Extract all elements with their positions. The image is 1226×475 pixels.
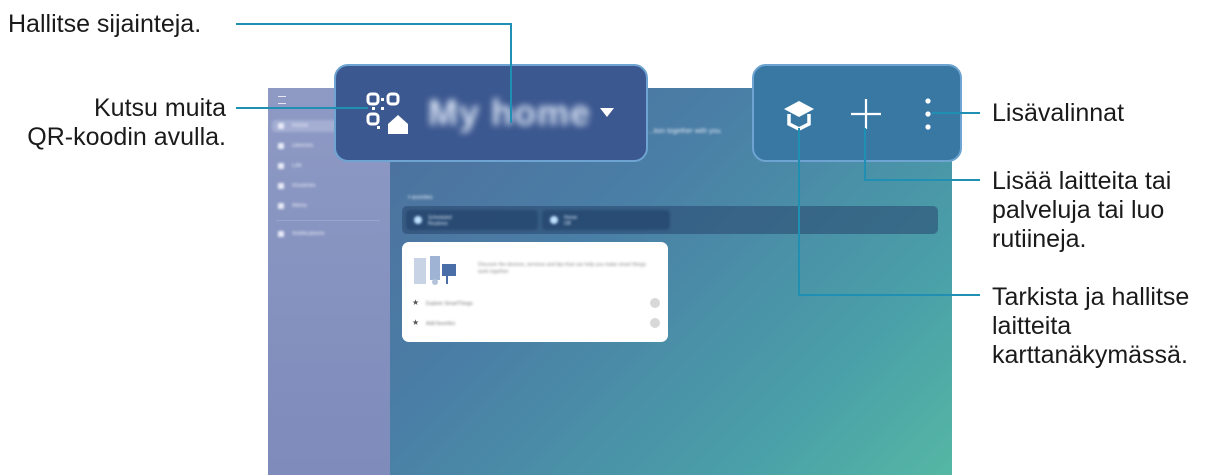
- favorite-card[interactable]: Home Off: [542, 210, 670, 230]
- annotation-add-line3: rutiineja.: [992, 225, 1087, 253]
- annotation-map-line2: laitteita: [992, 312, 1072, 340]
- annotation-add-line1: Lisää laitteita tai: [992, 167, 1172, 195]
- add-icon[interactable]: [848, 96, 884, 132]
- sidebar-divider: [276, 220, 380, 221]
- toolbar-actions-panel: [752, 64, 962, 162]
- life-icon: [278, 163, 284, 169]
- card-description: Discover the devices, services and tips …: [478, 262, 646, 275]
- sidebar-item-label: Routines: [292, 183, 316, 189]
- device-icon: [550, 216, 558, 224]
- card-row-label: Explore SmartThings: [426, 301, 473, 307]
- sidebar-item-label: Life: [292, 163, 302, 169]
- sidebar-item-devices[interactable]: Devices: [278, 140, 313, 152]
- gear-icon: [278, 231, 284, 237]
- sidebar-item-label: Home: [292, 123, 309, 129]
- sidebar-item-label: Devices: [292, 143, 314, 149]
- sidebar-item-routines[interactable]: Routines: [278, 180, 316, 192]
- annotation-invite-line2: QR-koodin avulla.: [27, 123, 226, 151]
- sidebar-item-label: Menu: [292, 203, 308, 209]
- sidebar-item-notifications[interactable]: Notifications: [278, 228, 325, 240]
- chevron-down-icon[interactable]: [600, 108, 614, 117]
- devices-illustration-icon: [414, 256, 456, 285]
- star-icon: ★: [412, 298, 420, 307]
- map-view-icon[interactable]: [782, 98, 816, 132]
- sidebar-item-label: Notifications: [292, 231, 325, 237]
- drawer-menu-icon[interactable]: [278, 96, 286, 104]
- favorites-label: Favorites: [408, 195, 433, 201]
- callout-line: [932, 112, 980, 114]
- devices-icon: [278, 143, 284, 149]
- routine-icon: [414, 216, 422, 224]
- annotation-add-line2: palveluja tai luo: [992, 196, 1165, 224]
- favorite-line2: Off: [564, 221, 571, 227]
- header-tagline: ...tion together with you.: [648, 128, 723, 135]
- routines-icon: [278, 183, 284, 189]
- add-circle-icon: [650, 318, 660, 328]
- favorite-line2: Routines: [428, 221, 448, 227]
- more-options-icon[interactable]: [922, 96, 934, 132]
- sidebar-item-menu[interactable]: Menu: [278, 200, 307, 212]
- discover-card: Discover the devices, services and tips …: [402, 242, 668, 342]
- favorite-card[interactable]: Scheduled Routines: [406, 210, 538, 230]
- callout-line: [510, 23, 512, 123]
- callout-line: [798, 294, 980, 296]
- annotation-map-line3: karttanäkymässä.: [992, 341, 1188, 369]
- annotation-invite-line1: Kutsu muita: [93, 94, 226, 122]
- callout-line: [798, 128, 800, 296]
- annotation-more-options: Lisävalinnat: [992, 99, 1125, 127]
- menu-icon: [278, 203, 284, 209]
- home-icon: [278, 123, 284, 129]
- callout-line: [864, 128, 866, 181]
- sidebar-item-life[interactable]: Life: [278, 160, 302, 172]
- qr-home-icon[interactable]: [364, 90, 412, 138]
- star-icon: ★: [412, 318, 420, 327]
- callout-line: [864, 179, 980, 181]
- annotation-manage-locations: Hallitse sijainteja.: [8, 10, 202, 38]
- callout-line: [236, 23, 512, 25]
- card-row-label: Add favorites: [426, 321, 456, 327]
- callout-line: [236, 107, 368, 109]
- list-item[interactable]: ★ Explore SmartThings: [412, 298, 660, 310]
- chevron-right-icon: [650, 298, 660, 308]
- annotation-map-line1: Tarkista ja hallitse: [992, 283, 1190, 311]
- list-item[interactable]: ★ Add favorites: [412, 318, 660, 330]
- location-header-panel: My home: [334, 64, 648, 162]
- favorites-strip: Scheduled Routines Home Off: [402, 206, 938, 234]
